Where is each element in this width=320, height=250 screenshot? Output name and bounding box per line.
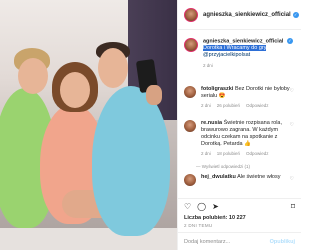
comment-username[interactable]: fotoligraszki [201,86,233,92]
comment-likes[interactable]: 26 polubień [217,102,240,109]
comment-reply[interactable]: Odpowiedz [246,102,269,109]
post-photo[interactable] [0,0,177,250]
publish-button[interactable]: Opublikuj [270,239,295,245]
add-comment-bar: Dodaj komentarz... Opublikuj [178,232,301,250]
view-replies[interactable]: — Wyświetl odpowiedzi (1) [196,164,250,169]
comment-heart-icon[interactable]: ♡ [290,176,294,182]
post-header: agnieszka_sienkiewicz_official ✓ [178,0,301,30]
photo-floor [0,228,177,250]
comment: fotoligraszki Bez Dorotki nie byłoby ser… [184,86,298,109]
person-right [92,86,170,236]
comment-age: 2 dni [201,151,211,156]
share-icon[interactable]: ➤ [212,202,219,211]
comment-reply[interactable]: Odpowiedz [246,150,269,157]
comment: hej_dwulatku Ale świetne włosy ♡ [184,174,298,186]
person-left-face [18,58,48,94]
verified-badge-icon: ✓ [286,38,293,44]
caption-username[interactable]: agnieszka_sienkiewicz_official [203,38,283,44]
caption-age: 2 dni [203,63,213,69]
comment-age: 2 dni [201,103,211,108]
comment-avatar[interactable] [184,86,196,98]
post-date: 2 DNI TEMU [184,223,213,228]
comment-avatar[interactable] [184,120,196,132]
comment-username[interactable]: re.nusia [201,120,222,126]
hand [146,85,162,105]
comment-heart-icon[interactable]: ♡ [290,122,294,128]
caption-avatar[interactable] [184,38,198,52]
comment: re.nusia Świetnie rozpisana rola, brawur… [184,120,298,157]
person-middle-face [60,72,90,108]
comment-text: Ale świetne włosy [237,174,281,180]
person-right-face [98,48,128,88]
action-bar: ♡ ◯ ➤ ⌑ [178,198,301,214]
verified-badge-icon: ✓ [292,11,299,18]
comment-username[interactable]: hej_dwulatku [201,174,236,180]
comment-icon[interactable]: ◯ [197,202,206,211]
caption-mention[interactable]: @przyjacielkipolsat [203,52,250,58]
comment-avatar[interactable] [184,174,196,186]
add-comment-input[interactable]: Dodaj komentarz... [184,239,230,245]
avatar[interactable] [184,7,198,22]
post-sidebar: agnieszka_sienkiewicz_official ✓ agniesz… [177,0,301,250]
caption-text: Dorotka i Wracamy do gry [203,45,267,52]
heart-icon[interactable]: ♡ [184,202,191,211]
bookmark-icon[interactable]: ⌑ [291,202,295,211]
username[interactable]: agnieszka_sienkiewicz_official [203,12,291,18]
comment-heart-icon[interactable]: ♡ [290,88,294,94]
comment-likes[interactable]: 18 polubień [217,150,240,157]
likes-count[interactable]: Liczba polubień: 10 227 [184,215,246,221]
post-caption: agnieszka_sienkiewicz_official ✓ Dorotka… [184,38,298,69]
